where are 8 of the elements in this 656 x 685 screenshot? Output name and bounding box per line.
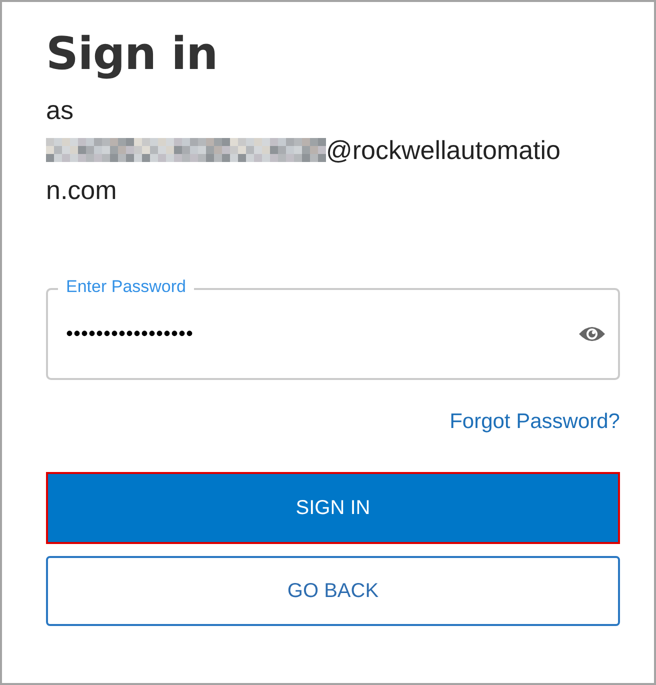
go-back-button[interactable]: GO BACK xyxy=(46,556,620,626)
eye-icon[interactable] xyxy=(578,324,606,344)
email-domain: n.com xyxy=(46,174,117,207)
page-heading: Sign in xyxy=(46,28,219,80)
as-label: as xyxy=(46,94,74,127)
sign-in-button[interactable]: SIGN IN xyxy=(46,472,620,544)
email-domain: @rockwellautomatio xyxy=(326,134,560,167)
forgot-password-link[interactable]: Forgot Password? xyxy=(450,410,620,434)
